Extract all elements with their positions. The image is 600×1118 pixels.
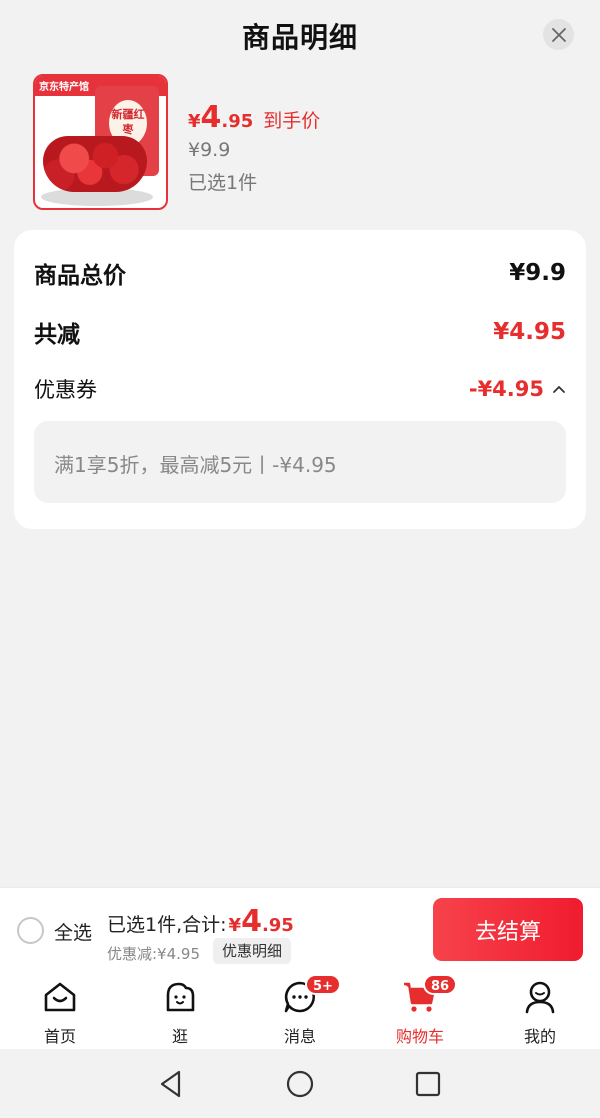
- coupon-row[interactable]: 优惠券 -¥4.95: [34, 374, 566, 404]
- final-price: ¥ 4 .95 到手价: [188, 100, 320, 135]
- close-button[interactable]: [543, 19, 574, 50]
- coupon-label: 优惠券: [34, 378, 97, 402]
- checkout-total-decimal: .95: [261, 915, 294, 936]
- tab-cart[interactable]: 86 购物车: [360, 969, 480, 1049]
- tab-cart-label: 购物车: [395, 1027, 444, 1046]
- stroll-icon: [166, 982, 195, 1012]
- price-currency: ¥: [188, 111, 201, 132]
- home-icon: [44, 982, 76, 1012]
- thumb-brand: 京东特产馆: [39, 82, 89, 93]
- reduce-label: 共减: [34, 322, 80, 348]
- checkout-currency: ¥: [228, 915, 242, 936]
- tab-stroll[interactable]: 逛: [120, 969, 240, 1049]
- tab-home-label: 首页: [43, 1027, 76, 1046]
- reduce-value: ¥4.95: [493, 319, 566, 345]
- recents-icon[interactable]: [413, 1069, 443, 1099]
- total-row: 商品总价 ¥9.9: [34, 256, 566, 290]
- tab-home[interactable]: 首页: [0, 969, 120, 1049]
- checkout-total: 已选1件,合计: ¥ 4 .95: [107, 904, 294, 939]
- original-price: ¥9.9: [188, 139, 231, 161]
- select-all-label[interactable]: 全选: [54, 918, 92, 945]
- coupon-value: -¥4.95: [468, 377, 544, 401]
- select-all-checkbox[interactable]: [17, 917, 44, 944]
- header: 商品明细: [0, 0, 600, 70]
- back-icon[interactable]: [157, 1069, 187, 1099]
- bottom-tab-bar: 首页 逛 5+ 消息 86 购物车 我的: [0, 969, 600, 1049]
- price-decimal: .95: [221, 111, 254, 132]
- coupon-value-wrap[interactable]: -¥4.95: [469, 377, 566, 401]
- checkout-discount: 优惠减:¥4.95: [107, 945, 200, 963]
- checkout-total-label: 已选1件,合计:: [107, 914, 227, 936]
- profile-icon: [525, 981, 555, 1014]
- total-label: 商品总价: [34, 263, 126, 289]
- discount-detail-button[interactable]: 优惠明细: [213, 938, 292, 964]
- page-title: 商品明细: [241, 21, 358, 54]
- system-nav-bar: [0, 1049, 600, 1118]
- chevron-up-icon: [553, 386, 565, 393]
- tab-stroll-label: 逛: [171, 1027, 188, 1046]
- price-tag: 到手价: [263, 110, 321, 132]
- tab-messages-label: 消息: [283, 1027, 316, 1046]
- tab-profile-label: 我的: [523, 1027, 556, 1046]
- price-integer: 4: [200, 100, 222, 135]
- tab-messages[interactable]: 5+ 消息: [240, 969, 360, 1049]
- product-image[interactable]: 京东特产馆 新疆红枣: [33, 74, 168, 210]
- checkout-button[interactable]: 去结算: [433, 898, 583, 961]
- message-badge: 5+: [305, 974, 341, 995]
- tab-profile[interactable]: 我的: [480, 969, 600, 1049]
- total-value: ¥9.9: [509, 260, 566, 286]
- checkout-total-integer: 4: [241, 904, 262, 939]
- reduce-row: 共减 ¥4.95: [34, 315, 566, 349]
- close-icon: [551, 27, 566, 42]
- selected-count: 已选1件: [188, 172, 258, 194]
- price-breakdown-card: 商品总价 ¥9.9 共减 ¥4.95 优惠券 -¥4.95 满1享5折，最高减5…: [14, 230, 586, 529]
- thumb-dates: [43, 136, 147, 192]
- home-circle-icon[interactable]: [285, 1069, 315, 1099]
- cart-badge: 86: [423, 974, 458, 995]
- coupon-detail: 满1享5折，最高减5元丨-¥4.95: [34, 421, 566, 503]
- checkout-bar: 全选 已选1件,合计: ¥ 4 .95 优惠减:¥4.95 优惠明细 去结算: [0, 887, 600, 969]
